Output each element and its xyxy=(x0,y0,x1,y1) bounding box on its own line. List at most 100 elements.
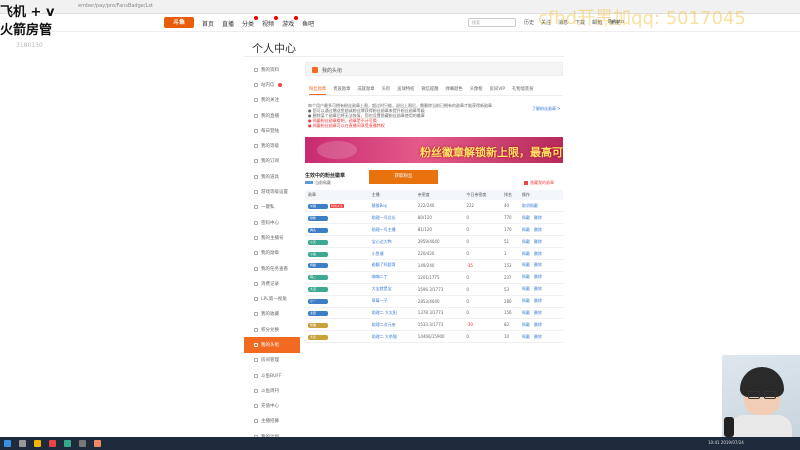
promo-banner[interactable]: 粉丝徽章解锁新上限，最高可升至50级 xyxy=(305,137,563,163)
sidebar-item[interactable]: 房间管理 xyxy=(244,353,300,368)
streamer-link[interactable]: 大宝就是宝 xyxy=(372,286,392,291)
sidebar-item[interactable]: 我的勋章 xyxy=(244,246,300,261)
delete-badge-link[interactable]: 删除 xyxy=(534,298,542,303)
delete-badge-link[interactable]: 删除 xyxy=(534,286,542,291)
sidebar-item[interactable]: 主播招募 xyxy=(244,414,300,429)
streamer-link[interactable]: 草莓一子 xyxy=(372,298,388,303)
tab-item[interactable]: 房间VIP xyxy=(490,86,505,95)
sidebar-item[interactable]: 斗鱼BUFF xyxy=(244,368,300,383)
folder-icon[interactable] xyxy=(34,440,41,447)
streamer-link[interactable]: 助理二 大太阳 xyxy=(372,310,397,315)
streamer-link[interactable]: 助理二 大杀猫 xyxy=(372,334,397,339)
wear-badge-link[interactable]: 佩戴 xyxy=(522,274,530,279)
table-cell: 助理一号总长 xyxy=(368,211,415,225)
wear-badge-link[interactable]: 佩戴 xyxy=(522,298,530,303)
address-bar[interactable]: ember/pay/pro/FansBadge/Lst xyxy=(78,3,153,9)
wear-badge-link[interactable]: 佩戴 xyxy=(522,239,530,244)
delete-badge-link[interactable]: 删除 xyxy=(534,239,542,244)
nav-link-category[interactable]: 分类 xyxy=(242,16,259,28)
sidebar-item[interactable]: 一键私 xyxy=(244,200,300,215)
sidebar-item[interactable]: 我的收藏 xyxy=(244,307,300,322)
start-icon[interactable] xyxy=(4,440,11,447)
delete-badge-link[interactable]: 删除 xyxy=(534,262,542,267)
nav-link-home[interactable]: 首页 xyxy=(202,19,214,28)
sidebar-item[interactable]: 我的直播 xyxy=(244,108,300,123)
streamer-link[interactable]: 助理二次元亲 xyxy=(372,322,396,327)
tab-item[interactable]: 弹幕颜色 xyxy=(446,86,463,95)
delete-badge-link[interactable]: 删除 xyxy=(534,310,542,315)
delete-badge-link[interactable]: 删除 xyxy=(534,334,542,339)
wear-badge-link[interactable]: 佩戴 xyxy=(522,310,530,315)
site-logo[interactable]: 斗鱼 xyxy=(164,17,194,28)
streamer-link[interactable]: 碰翻了阿超哥 xyxy=(372,262,396,267)
app-icon[interactable] xyxy=(79,440,86,447)
tab-item[interactable]: 头衔 xyxy=(382,86,391,95)
sidebar-item[interactable]: 我的主播号 xyxy=(244,230,300,245)
table-cell: 佩戴 删除 xyxy=(518,211,563,225)
tab-item[interactable]: 微信提醒 xyxy=(421,86,438,95)
app-icon[interactable] xyxy=(94,440,101,447)
wear-badge-link[interactable]: 佩戴 xyxy=(522,215,530,220)
wear-badge-link[interactable]: 佩戴 xyxy=(522,251,530,256)
tab-item[interactable]: 送球特权 xyxy=(397,86,414,95)
history-icon[interactable]: 历史 xyxy=(524,19,534,26)
app-icon[interactable] xyxy=(64,440,71,447)
sidebar-item[interactable]: 积分兑换 xyxy=(244,322,300,337)
sidebar-item[interactable]: 我的等级 xyxy=(244,138,300,153)
sidebar-item[interactable]: 斗鱼周刊 xyxy=(244,383,300,398)
sidebar-item[interactable]: 我的任务查看 xyxy=(244,261,300,276)
streamer-link[interactable]: 宝心达大鸭 xyxy=(372,239,392,244)
help-link[interactable]: 了解粉丝勋章 > xyxy=(532,106,561,112)
sidebar-item[interactable]: 充值中心 xyxy=(244,399,300,414)
sidebar-item-label: 游戏等级设置 xyxy=(261,190,288,196)
sidebar-item[interactable]: 消费记录 xyxy=(244,276,300,291)
streamer-link[interactable]: 猿猴Boy xyxy=(372,203,388,208)
wear-badge-link[interactable]: 佩戴 xyxy=(522,262,530,267)
nav-link-games[interactable]: 游戏 xyxy=(282,16,299,28)
wear-badge-link[interactable]: 佩戴 xyxy=(522,227,530,232)
sidebar-item-label: 一键私 xyxy=(261,205,275,211)
sidebar-item[interactable]: 我的道具 xyxy=(244,169,300,184)
sidebar-item[interactable]: 游戏等级设置 xyxy=(244,184,300,199)
sidebar-item[interactable]: 我的资料 xyxy=(244,62,300,77)
tab-item[interactable]: 贵族勋章 xyxy=(333,86,350,95)
tab-item[interactable]: 礼物墙装扮 xyxy=(512,86,533,95)
table-row: 阿超 碰翻了阿超哥 149/240 -35 153 佩戴 删除 xyxy=(305,259,563,272)
streamer-link[interactable]: 助理一号主播 xyxy=(372,227,396,232)
search-input[interactable]: 搜索 xyxy=(468,18,516,27)
table-row: 小鱼 小鱼塘 220/420 0 1 佩戴 删除 xyxy=(305,247,563,260)
table-cell: 156 xyxy=(500,307,519,320)
tab-item[interactable]: 成就勋章 xyxy=(357,86,374,95)
streamer-link[interactable]: 嗨嗨二丁 xyxy=(372,274,388,279)
delete-badge-link[interactable]: 删除 xyxy=(534,322,542,327)
col-header: 亲密度 xyxy=(414,190,464,200)
delete-badge-link[interactable]: 删除 xyxy=(534,215,542,220)
search-icon[interactable] xyxy=(19,440,26,447)
sidebar-item[interactable]: 站内信 xyxy=(244,77,300,92)
streamer-link[interactable]: 助理一号总长 xyxy=(372,215,396,220)
nav-link-forum[interactable]: 鱼吧 xyxy=(302,19,314,28)
room-id: 3180130 xyxy=(16,42,43,49)
app-icon[interactable] xyxy=(49,440,56,447)
sidebar-item[interactable]: 我的订阅 xyxy=(244,154,300,169)
delete-badge-link[interactable]: 删除 xyxy=(534,274,542,279)
col-header: 今日亲密度 xyxy=(463,190,501,200)
sidebar-item[interactable]: 每日登陆 xyxy=(244,123,300,138)
wear-badge-link[interactable]: 佩戴 xyxy=(522,322,530,327)
sidebar-item[interactable]: 我的头衔 xyxy=(244,337,300,353)
tab-item[interactable]: 粉丝勋章 xyxy=(309,86,327,95)
nav-link-live[interactable]: 直播 xyxy=(222,19,234,28)
wear-badge-link[interactable]: 取消佩戴 xyxy=(522,203,538,208)
sidebar-item[interactable]: 密码中心 xyxy=(244,215,300,230)
delete-badge-link[interactable]: 删除 xyxy=(534,227,542,232)
streamer-link[interactable]: 小鱼塘 xyxy=(372,251,384,256)
wear-badge-link[interactable]: 佩戴 xyxy=(522,334,530,339)
wear-badge-link[interactable]: 佩戴 xyxy=(522,286,530,291)
delete-badge-link[interactable]: 删除 xyxy=(534,251,542,256)
sidebar-item[interactable]: 我的关注 xyxy=(244,93,300,108)
get-fans-button[interactable]: 获取粉丝 xyxy=(369,170,438,184)
tab-item[interactable]: 头像框 xyxy=(470,86,483,95)
nav-link-video[interactable]: 视频 xyxy=(262,16,279,28)
hide-badge-checkbox[interactable]: 隐藏我的勋章 xyxy=(524,180,554,186)
sidebar-item[interactable]: LPL第一视角 xyxy=(244,291,300,306)
